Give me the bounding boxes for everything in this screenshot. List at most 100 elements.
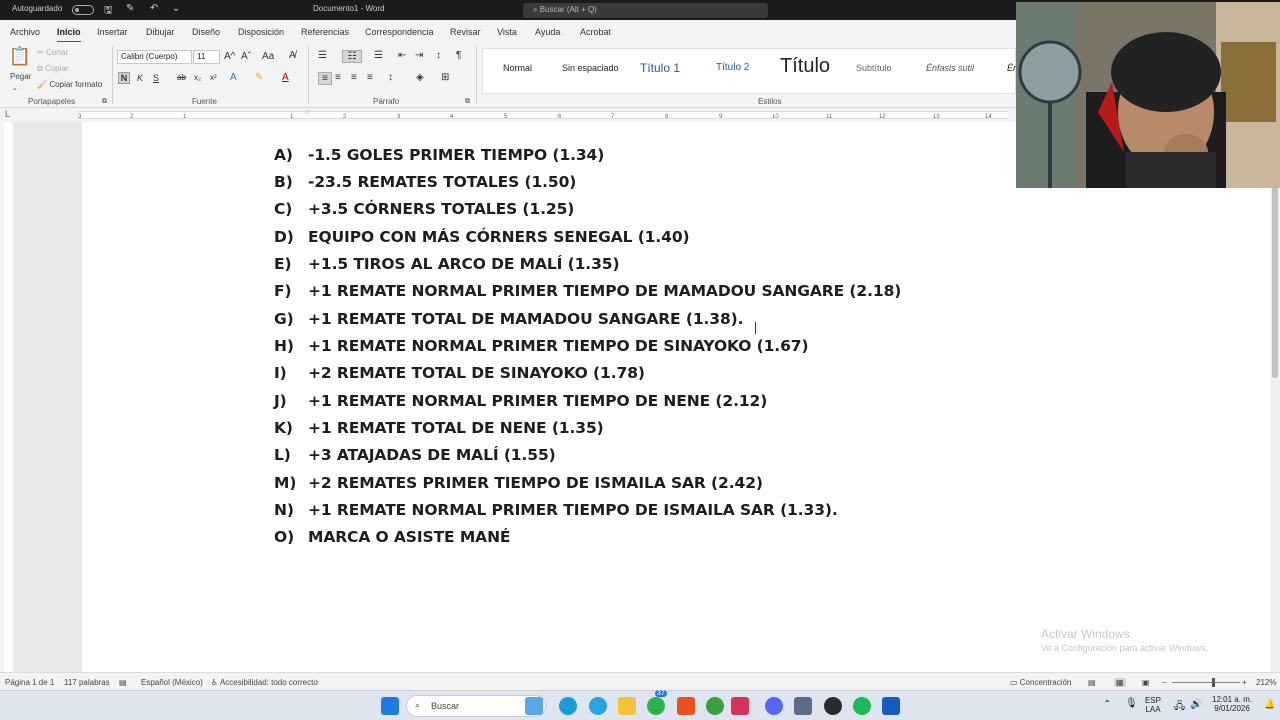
subscript-button[interactable]: x₂ <box>194 73 201 82</box>
show-hidden-icons-icon[interactable]: ⌃ <box>1103 699 1111 710</box>
brave-icon[interactable] <box>677 697 695 715</box>
focus-mode-button[interactable]: ▭ Concentración <box>1010 678 1071 687</box>
list-item[interactable]: C) +3.5 CÓRNERS TOTALES (1.25) <box>274 200 574 218</box>
read-mode-icon[interactable]: ▤ <box>1088 678 1096 687</box>
list-item[interactable]: K) +1 REMATE TOTAL DE NENE (1.35) <box>274 419 604 437</box>
volume-icon[interactable]: 🔊 <box>1190 699 1202 710</box>
proofing-icon[interactable]: ▤ <box>119 678 127 687</box>
tab-diseno[interactable]: Diseño <box>192 27 220 37</box>
list-item[interactable]: H) +1 REMATE NORMAL PRIMER TIEMPO DE SINA… <box>274 337 809 355</box>
paragraph-launcher-icon[interactable]: ⧉ <box>465 98 470 106</box>
text-app-icon[interactable] <box>731 697 749 715</box>
sort-icon[interactable]: ↕ <box>436 50 441 61</box>
notifications-icon[interactable]: 🔔 <box>1264 699 1275 710</box>
whatsapp-icon[interactable]: 37 <box>647 690 667 715</box>
borders-icon[interactable]: ⊞ <box>441 72 449 83</box>
font-color-icon[interactable]: A <box>282 72 289 83</box>
cut-button[interactable]: ✂ Cortar <box>37 48 68 57</box>
list-item[interactable]: L) +3 ATAJADAS DE MALÍ (1.55) <box>274 446 556 464</box>
list-item[interactable]: D) EQUIPO CON MÁS CÓRNERS SENEGAL (1.40) <box>274 228 690 246</box>
list-item[interactable]: N) +1 REMATE NORMAL PRIMER TIEMPO DE ISMA… <box>274 501 838 519</box>
style-normal[interactable]: Normal <box>503 63 532 73</box>
print-layout-icon[interactable]: ▦ <box>1114 678 1126 687</box>
multilevel-list-icon[interactable]: ☰ <box>374 50 383 61</box>
document-page[interactable]: A) -1.5 GOLES PRIMER TIEMPO (1.34) B) -23.… <box>82 122 1017 672</box>
pen-icon[interactable]: ✎ <box>126 3 134 14</box>
save-icon[interactable]: 🖫 <box>104 3 113 20</box>
tab-correspondencia[interactable]: Correspondencia <box>365 27 434 37</box>
tab-dibujar[interactable]: Dibujar <box>146 27 175 37</box>
list-item[interactable]: F) +1 REMATE NORMAL PRIMER TIEMPO DE MAMA… <box>274 282 901 300</box>
tab-revisar[interactable]: Revisar <box>450 27 481 37</box>
style-titulo[interactable]: Título <box>780 55 830 78</box>
tab-inicio[interactable]: Inicio <box>57 27 81 43</box>
highlight-icon[interactable]: ✎ <box>255 72 263 83</box>
vertical-scrollbar[interactable] <box>1270 108 1280 672</box>
page-count[interactable]: Página 1 de 1 <box>5 678 54 687</box>
zoom-out-icon[interactable]: − <box>1162 678 1167 687</box>
discord-icon[interactable] <box>765 697 783 715</box>
font-family-select[interactable]: Calibri (Cuerpo) <box>117 50 192 64</box>
web-layout-icon[interactable]: ▣ <box>1142 678 1150 687</box>
zoom-slider-thumb[interactable] <box>1212 678 1215 687</box>
undo-icon[interactable]: ↶ <box>150 3 158 14</box>
input-language-indicator[interactable]: ESP LAA <box>1145 696 1161 714</box>
widget-icon[interactable] <box>525 697 543 715</box>
superscript-button[interactable]: x² <box>210 73 217 82</box>
list-item[interactable]: O) MARCA O ASISTE MANÉ <box>274 528 511 546</box>
italic-button[interactable]: K <box>137 73 143 83</box>
calculator-icon[interactable] <box>794 697 812 715</box>
accessibility-status[interactable]: ♿ Accesibilidad: todo correcto <box>211 678 318 687</box>
style-titulo-1[interactable]: Título 1 <box>640 61 680 75</box>
edge-icon[interactable] <box>559 697 577 715</box>
tab-ayuda[interactable]: Ayuda <box>535 27 560 37</box>
strikethrough-button[interactable]: ab <box>177 73 186 82</box>
style-enfasis-sutil[interactable]: Énfasis sutil <box>926 63 974 73</box>
text-effects-icon[interactable]: A <box>230 72 237 83</box>
title-search-box[interactable]: ⌕ Buscar (Alt + Q) <box>523 3 768 18</box>
tab-vista[interactable]: Vista <box>497 27 517 37</box>
font-size-select[interactable]: 11 <box>193 50 220 64</box>
clear-format-icon[interactable]: A̸ <box>289 50 296 61</box>
list-item[interactable]: I) +2 REMATE TOTAL DE SINAYOKO (1.78) <box>274 364 645 382</box>
start-windows-icon[interactable] <box>381 697 399 715</box>
list-item[interactable]: J) +1 REMATE NORMAL PRIMER TIEMPO DE NENE… <box>274 392 767 410</box>
tab-insertar[interactable]: Insertar <box>97 27 128 37</box>
format-painter-button[interactable]: 🖌 Copiar formato <box>37 80 102 89</box>
style-subtitulo[interactable]: Subtítulo <box>856 63 892 73</box>
zoom-slider[interactable] <box>1172 682 1240 683</box>
copy-button[interactable]: ⧉ Copiar <box>37 64 69 74</box>
grow-font-button[interactable]: A^ <box>224 51 235 62</box>
underline-button[interactable]: S <box>153 73 159 83</box>
justify-icon[interactable]: ≡ <box>367 72 373 83</box>
spotify-icon[interactable] <box>853 697 871 715</box>
microphone-icon[interactable]: 🎙 <box>1125 698 1138 709</box>
numbering-icon[interactable]: ☷ <box>342 50 362 63</box>
paste-dropdown-icon[interactable]: ⌄ <box>12 84 18 92</box>
bullets-icon[interactable]: ☰ <box>318 50 327 61</box>
change-case-button[interactable]: Aa <box>262 51 274 62</box>
obs-icon[interactable] <box>824 697 842 715</box>
tab-disposicion[interactable]: Disposición <box>238 27 284 37</box>
list-item[interactable]: A) -1.5 GOLES PRIMER TIEMPO (1.34) <box>274 146 604 164</box>
increase-indent-icon[interactable]: ⇥ <box>415 50 423 61</box>
list-item[interactable]: G) +1 REMATE TOTAL DE MAMADOU SANGARE (1.… <box>274 310 744 328</box>
chrome-icon[interactable] <box>706 697 724 715</box>
decrease-indent-icon[interactable]: ⇤ <box>398 50 406 61</box>
style-titulo-2[interactable]: Título 2 <box>716 62 749 73</box>
tab-selector-icon[interactable]: L <box>5 109 10 119</box>
file-explorer-icon[interactable] <box>618 697 636 715</box>
telegram-icon[interactable] <box>589 697 607 715</box>
paste-icon[interactable]: 📋 <box>8 46 32 67</box>
language-status[interactable]: Español (México) <box>141 678 203 687</box>
clipboard-launcher-icon[interactable]: ⧉ <box>102 98 107 106</box>
network-icon[interactable]: 🖧 <box>1174 699 1185 716</box>
word-app-icon[interactable] <box>882 697 900 715</box>
shrink-font-button[interactable]: Aˇ <box>241 51 251 62</box>
zoom-in-icon[interactable]: + <box>1242 678 1247 687</box>
list-item[interactable]: B) -23.5 REMATES TOTALES (1.50) <box>274 173 576 191</box>
vertical-ruler[interactable] <box>0 122 14 672</box>
paste-button[interactable]: Pegar <box>10 72 31 81</box>
pilcrow-icon[interactable]: ¶ <box>456 50 461 61</box>
style-sin-espaciado[interactable]: Sin espaciado <box>562 63 619 73</box>
